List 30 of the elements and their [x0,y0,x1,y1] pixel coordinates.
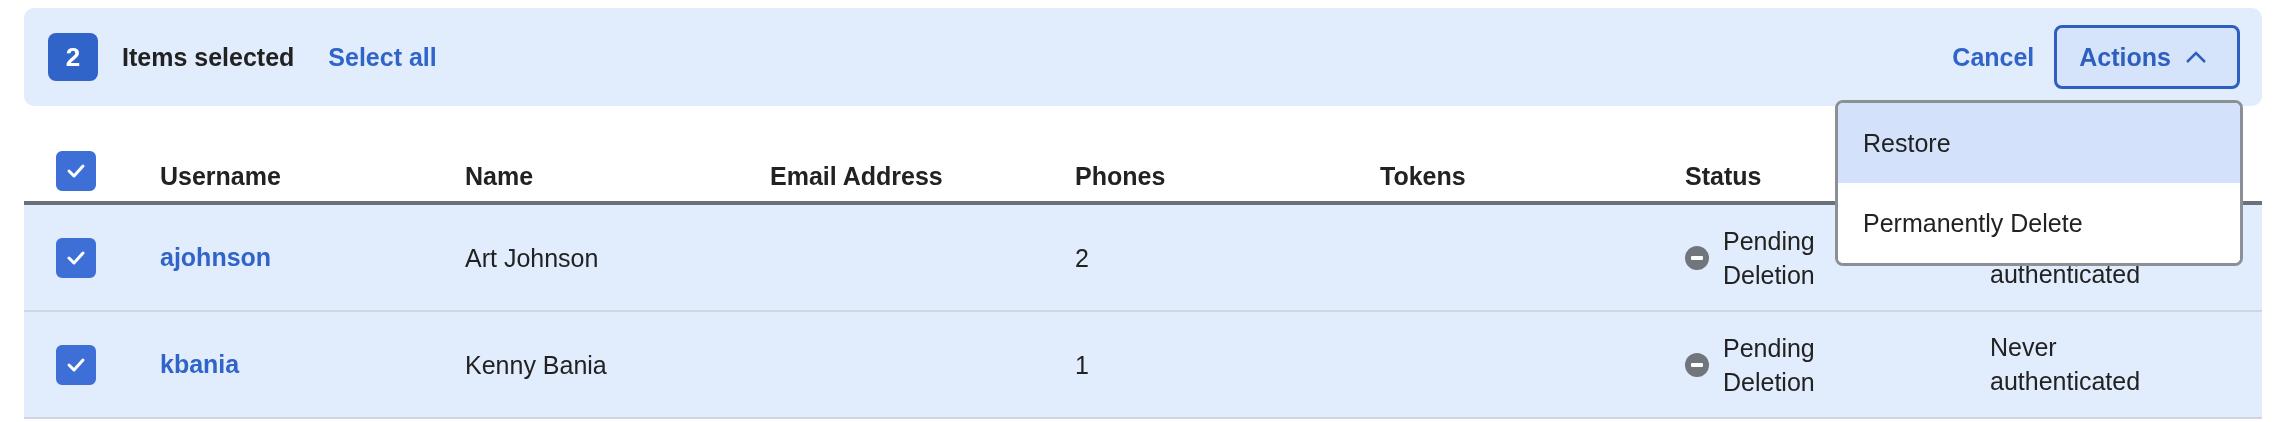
menu-item[interactable]: Restore [1838,103,2240,183]
column-header: Status [1685,162,1763,191]
minus-circle-icon [1685,245,1709,270]
checkbox[interactable] [56,237,96,278]
count-badge: 2 [48,33,98,81]
cancel-link[interactable]: Cancel [1952,42,2035,72]
actions-button[interactable]: Actions [2054,25,2240,89]
column-header: Name [465,162,535,191]
minus-circle-icon [1685,352,1709,377]
column-header: Tokens [1380,162,1467,191]
username-link[interactable]: ajohnson [160,243,272,271]
column-header: Email Address [770,162,944,191]
check-icon [66,163,86,179]
status-text: Pending Deletion [1723,225,1815,291]
column-header: Username [160,162,282,191]
status-text: Pending Deletion [1723,332,1815,398]
select-all-link[interactable]: Select all [328,42,437,72]
check-icon [66,356,86,373]
table-cell: 1 [1075,350,1089,379]
table-cell-text: Never authenticated [1990,332,2142,397]
table-cell: 2 [1075,243,1089,272]
caret-up-icon [2185,50,2207,64]
selection-label: Items selected [122,42,295,72]
checkbox[interactable] [56,151,96,191]
check-icon [66,249,86,266]
checkbox[interactable] [56,344,96,385]
table-cell: Art Johnson [465,243,599,272]
column-header: Phones [1075,162,1167,191]
table-cell: Kenny Bania [465,350,607,379]
username-link[interactable]: kbania [160,350,240,378]
